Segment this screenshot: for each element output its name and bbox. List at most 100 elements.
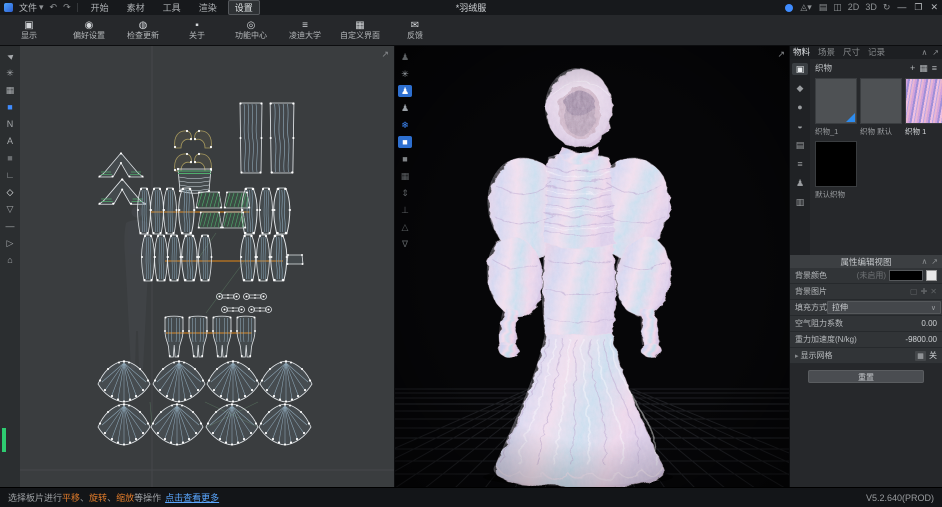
pattern-tool-icon[interactable]: ■: [3, 102, 17, 113]
toolbar-button[interactable]: ◍ 检查更新: [118, 16, 168, 44]
undo-icon[interactable]: ↶: [50, 3, 58, 12]
list-view-icon[interactable]: ≡: [932, 63, 937, 74]
toolbar-button[interactable]: ▪ 关于: [172, 16, 222, 44]
pattern-tool-icon[interactable]: ⌂: [3, 255, 17, 266]
redo-icon[interactable]: ↷: [63, 3, 71, 12]
expand-2d-panel-icon[interactable]: ↗: [381, 49, 389, 60]
fabric-item[interactable]: 默认织物: [815, 141, 855, 200]
viewport-tool-icon[interactable]: ■: [398, 153, 412, 165]
fabric-thumbnail[interactable]: [815, 78, 857, 124]
fabric-thumbnail[interactable]: [905, 78, 942, 124]
menu-item[interactable]: 素材: [120, 0, 152, 15]
toolbar-button[interactable]: ◉ 偏好设置: [64, 16, 114, 44]
air-drag-value[interactable]: 0.00: [921, 319, 937, 328]
toolbar-button[interactable]: ▦ 自定义界面: [334, 16, 386, 44]
fabric-item[interactable]: 织物 1: [905, 78, 942, 137]
toolbar-button[interactable]: ▣ 显示: [4, 16, 54, 44]
pattern-canvas[interactable]: [0, 45, 394, 488]
pattern-tool-icon[interactable]: ▷: [3, 238, 17, 249]
material-category-icon[interactable]: ●: [792, 101, 808, 113]
expand-panel-icon[interactable]: ↗: [932, 48, 939, 57]
right-panel-tab[interactable]: 记录: [868, 46, 885, 58]
viewport-tool-icon[interactable]: ♟: [398, 102, 412, 114]
garment-3d-canvas[interactable]: [395, 45, 790, 488]
collapse-properties-icon[interactable]: ∧: [921, 257, 927, 266]
pattern-tool-icon[interactable]: N: [3, 119, 17, 130]
grid-toggle-state[interactable]: 关: [929, 350, 937, 361]
menu-item[interactable]: 渲染: [192, 0, 224, 15]
viewport-tool-icon[interactable]: ♟: [398, 85, 412, 97]
menu-item[interactable]: 开始: [84, 0, 116, 15]
pattern-tool-icon[interactable]: —: [3, 221, 17, 232]
grid-toggle-icon[interactable]: ▦: [915, 351, 926, 361]
fabric-item[interactable]: 织物 默认: [860, 78, 900, 137]
viewport-tool-icon[interactable]: ⇕: [398, 187, 412, 199]
viewport-tool-icon[interactable]: △: [398, 221, 412, 233]
toolbar-button[interactable]: ✉ 反馈: [390, 16, 440, 44]
material-category-icon[interactable]: ◆: [792, 82, 808, 94]
toolbar-button-label: 关于: [189, 31, 205, 40]
viewport-tool-icon[interactable]: ✳: [398, 68, 412, 80]
toolbar-button-label: 凌迪大学: [289, 31, 321, 40]
grid-view-icon[interactable]: ▦: [919, 63, 928, 74]
material-category-icon[interactable]: ▤: [792, 139, 808, 151]
user-avatar[interactable]: [785, 4, 793, 12]
layout-icon[interactable]: ▤: [819, 3, 828, 12]
bg-color-swatch[interactable]: [889, 270, 923, 281]
pattern-tool-icon[interactable]: ✳: [3, 68, 17, 79]
fill-mode-dropdown[interactable]: 拉伸 ∨: [827, 301, 941, 314]
shape-tool-dropdown[interactable]: ◬▾: [800, 3, 811, 12]
viewport-tool-icon[interactable]: ▦: [398, 170, 412, 182]
pattern-zoom-indicator[interactable]: [2, 428, 6, 452]
gravity-value[interactable]: -9800.00: [905, 335, 937, 344]
file-menu[interactable]: 文件 ▾: [19, 1, 44, 14]
bg-color-picker-icon[interactable]: [926, 270, 937, 281]
right-panel-tab[interactable]: 物料: [793, 46, 810, 58]
pattern-tool-icon[interactable]: ▲: [2, 48, 17, 65]
toolbar-button[interactable]: ≡ 凌迪大学: [280, 16, 330, 44]
window-control-icon[interactable]: ❐: [914, 2, 922, 13]
viewport-tool-icon[interactable]: ∇: [398, 238, 412, 250]
collapse-panel-icon[interactable]: ∧: [921, 48, 927, 57]
pattern-tool-icon[interactable]: ∟: [3, 170, 17, 181]
window-control-icon[interactable]: —: [897, 2, 906, 13]
pattern-2d-panel[interactable]: ▲ ✳ ▦ ■ NA ■ ∟ ◇ ▽ — ▷ ⌂ ↗: [0, 45, 395, 488]
fabric-thumbnail[interactable]: [815, 141, 857, 187]
window-control-icon[interactable]: ✕: [930, 2, 938, 13]
material-category-icon[interactable]: ◒: [792, 120, 808, 132]
row-expand-icon[interactable]: ▸: [795, 352, 799, 360]
viewport-3d[interactable]: ♟ ✳ ♟ ♟ ❄ ■ ■ ▦ ⇕ ⊥ △ ∇ ↗: [395, 45, 790, 488]
fabric-thumbnail[interactable]: [860, 78, 902, 124]
menu-item[interactable]: 工具: [156, 0, 188, 15]
viewport-tool-icon[interactable]: ❄: [398, 119, 412, 131]
pattern-tool-icon[interactable]: A: [3, 136, 17, 147]
bg-image-remove-icon[interactable]: ✕: [930, 287, 937, 296]
menu-item[interactable]: 设置: [228, 0, 260, 15]
layout-icon[interactable]: 3D: [865, 3, 877, 12]
viewport-tool-icon[interactable]: ■: [398, 136, 412, 148]
expand-3d-panel-icon[interactable]: ↗: [777, 49, 785, 60]
material-category-icon[interactable]: ▣: [792, 63, 808, 75]
right-panel-tab[interactable]: 场景: [818, 46, 835, 58]
material-category-icon[interactable]: ≡: [792, 158, 808, 170]
layout-icon[interactable]: 2D: [848, 3, 860, 12]
fabric-item[interactable]: 织物_1: [815, 78, 855, 137]
viewport-tool-icon[interactable]: ⊥: [398, 204, 412, 216]
expand-properties-icon[interactable]: ↗: [931, 257, 938, 266]
pattern-tool-icon[interactable]: ■: [3, 153, 17, 164]
viewport-tool-icon[interactable]: ♟: [398, 51, 412, 63]
toolbar-button[interactable]: ◎ 功能中心: [226, 16, 276, 44]
pattern-tool-icon[interactable]: ▦: [3, 85, 17, 96]
material-category-icon[interactable]: ♟: [792, 177, 808, 189]
bg-image-preview-icon[interactable]: ▢: [910, 287, 918, 296]
layout-icon[interactable]: ◫: [833, 3, 842, 12]
pattern-tool-icon[interactable]: ◇: [3, 187, 17, 198]
material-category-icon[interactable]: ▥: [792, 196, 808, 208]
right-panel-tab[interactable]: 尺寸: [843, 46, 860, 58]
layout-icon[interactable]: ↻: [883, 3, 891, 12]
bg-image-add-icon[interactable]: ✚: [921, 287, 928, 296]
reset-button[interactable]: 重置: [808, 370, 924, 383]
pattern-tool-icon[interactable]: ▽: [3, 204, 17, 215]
status-segment[interactable]: 点击查看更多: [165, 491, 219, 504]
add-fabric-icon[interactable]: +: [910, 63, 915, 74]
